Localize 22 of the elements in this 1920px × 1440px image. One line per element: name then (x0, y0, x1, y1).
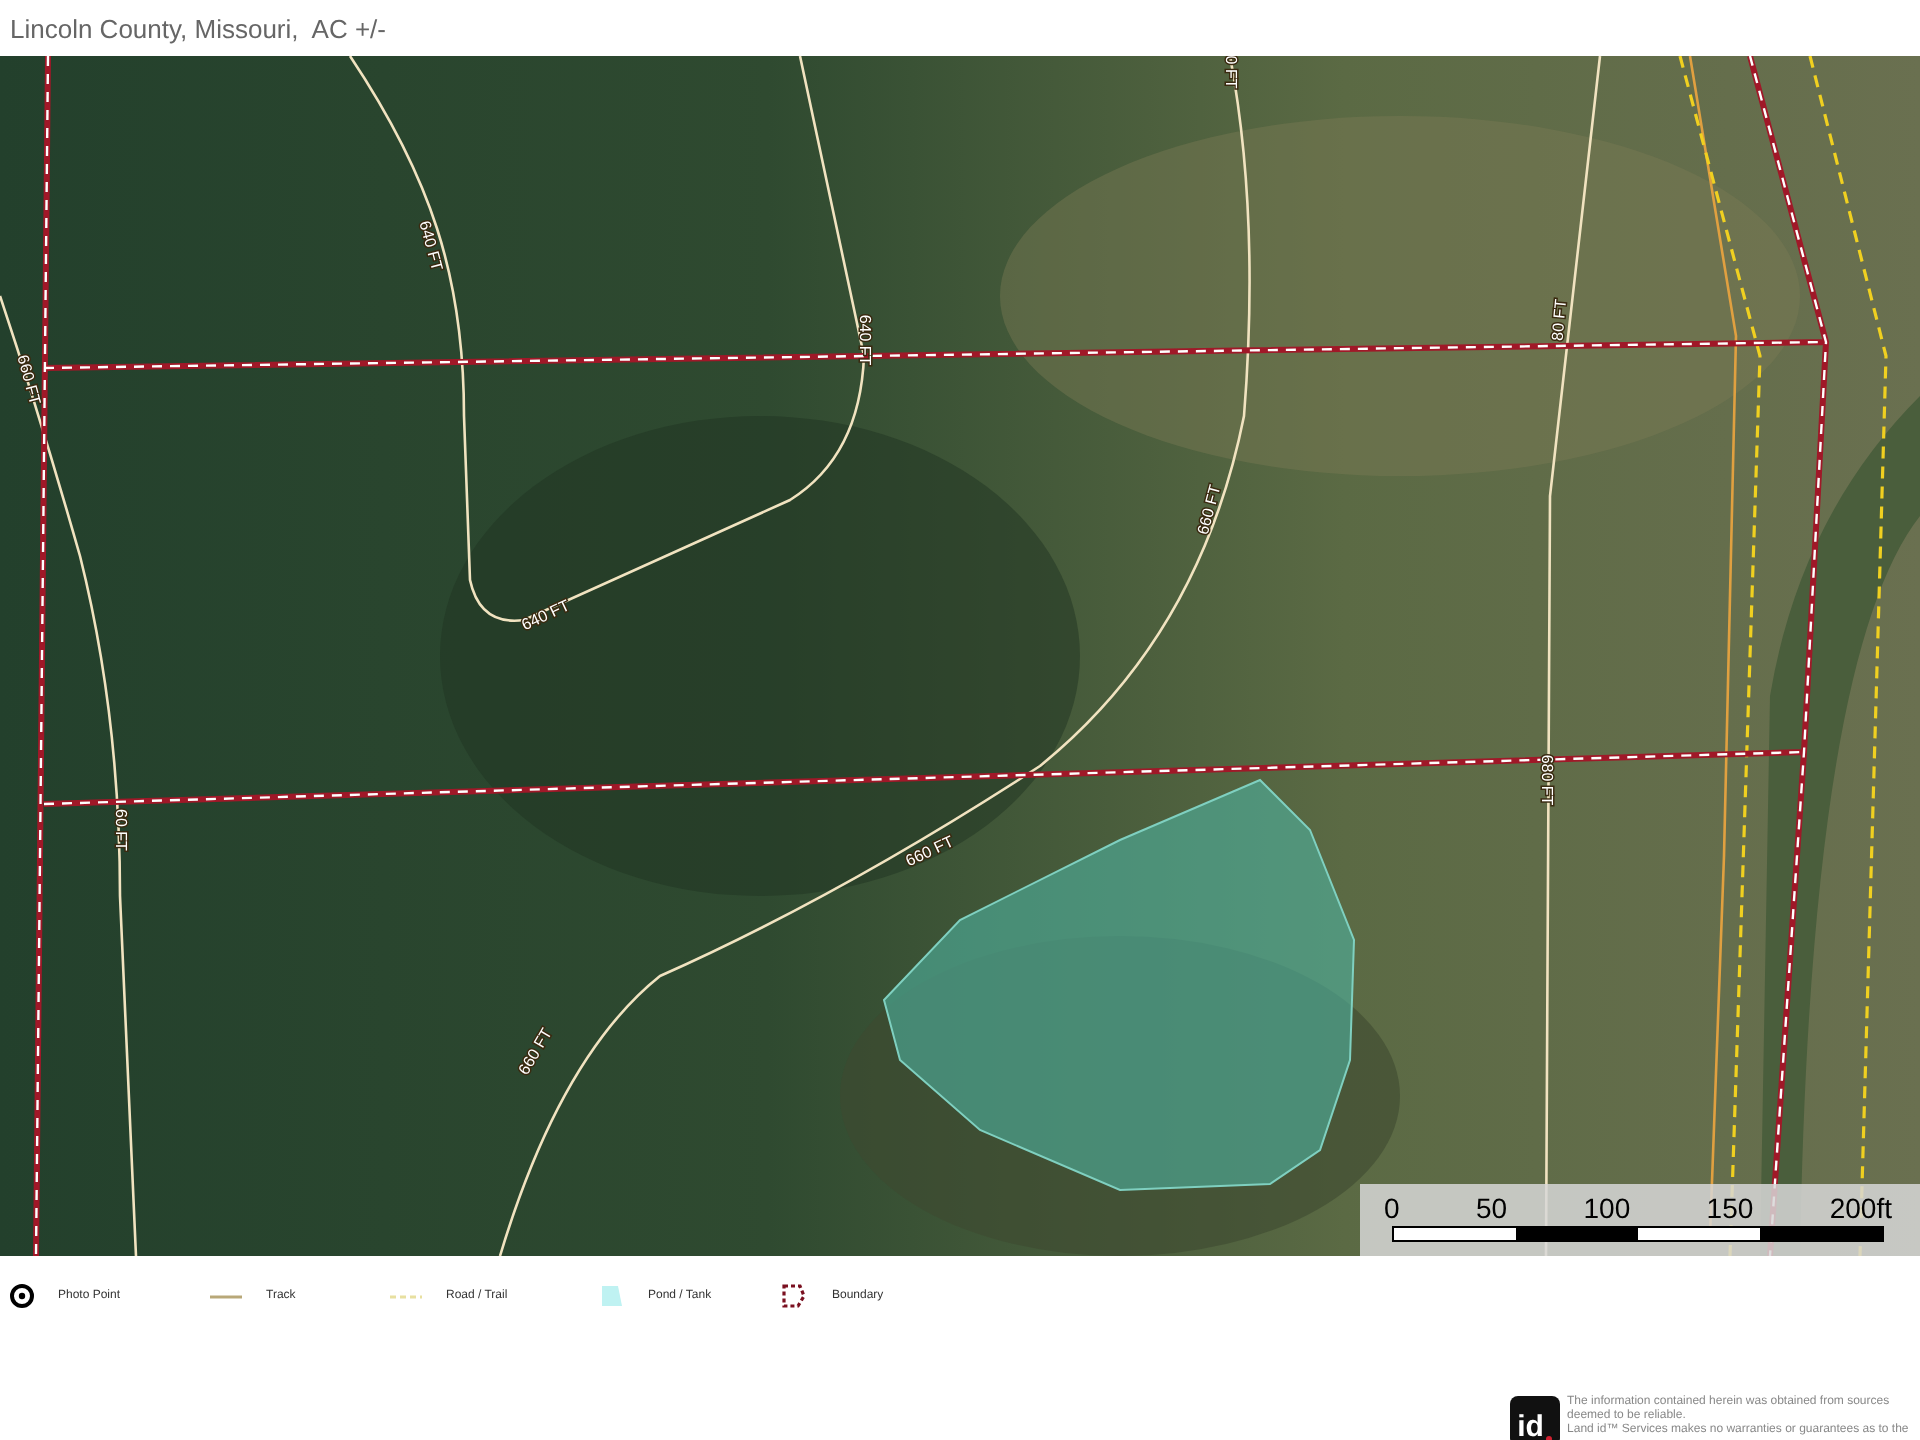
map-subtitle: Lincoln County, Missouri, AC +/- (10, 13, 386, 43)
logo: id (1510, 1396, 1560, 1440)
contour-label: 80 FT (1548, 298, 1570, 342)
boundary-swatch (780, 1282, 808, 1310)
scale-label: 50 (1475, 1192, 1508, 1224)
scale-label: 0 (1384, 1192, 1400, 1224)
track-swatch (210, 1293, 242, 1299)
contour-label: 660 FT (1194, 483, 1225, 537)
contour-label: 640 FT (518, 596, 573, 635)
contour-label: 660 FT (514, 1025, 556, 1079)
pond-swatch (600, 1284, 624, 1308)
contour-label: 660 FT (13, 353, 44, 407)
scale-label: 200ft (1829, 1192, 1892, 1224)
contour-label: 0 FT (1221, 56, 1240, 89)
contour-label: 640 FT (855, 314, 874, 366)
contour-label: 60 FT (111, 809, 130, 851)
contour-label: 640 FT (415, 219, 446, 273)
contour-label: 660 FT (902, 832, 957, 871)
scale-label: 100 (1583, 1192, 1631, 1224)
scale-label: 150 (1706, 1192, 1754, 1224)
road-swatch (390, 1293, 422, 1299)
contour-label: 680 FT (1537, 754, 1556, 806)
